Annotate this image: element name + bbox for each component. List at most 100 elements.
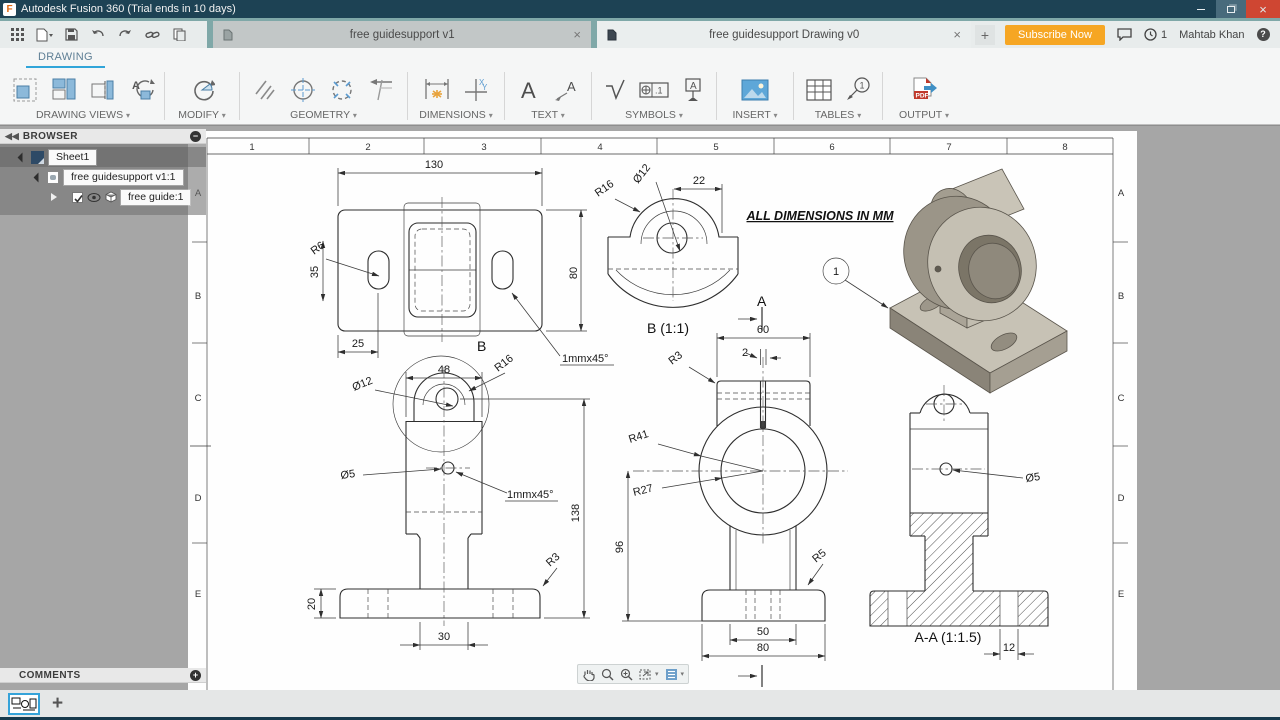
center-mark-icon[interactable] xyxy=(290,77,316,103)
display-settings-icon[interactable]: ▾ xyxy=(665,668,685,681)
dim-22[interactable]: 22 xyxy=(693,175,705,187)
dim-60[interactable]: 60 xyxy=(757,324,769,336)
notification-clock-icon[interactable]: 1 xyxy=(1144,28,1167,41)
section-marker-a-top[interactable]: A xyxy=(757,293,767,309)
undo-icon[interactable] xyxy=(86,24,110,46)
new-tab-button[interactable]: + xyxy=(975,25,995,45)
minimize-button[interactable] xyxy=(1186,0,1216,18)
app-launcher-icon[interactable] xyxy=(5,24,29,46)
user-name[interactable]: Mahtab Khan xyxy=(1179,29,1244,41)
dim-2[interactable]: 2 xyxy=(742,347,748,359)
subscribe-button[interactable]: Subscribe Now xyxy=(1005,25,1105,45)
help-icon[interactable]: ? xyxy=(1257,28,1270,41)
browser-item-guidesupport[interactable]: free guidesupport v1:1 xyxy=(0,167,206,187)
group-label-symbols[interactable]: SYMBOLS ▾ xyxy=(625,109,683,122)
zone-letter: A xyxy=(1118,188,1125,199)
file-menu-icon[interactable] xyxy=(32,24,56,46)
centerline-circle-icon[interactable] xyxy=(329,77,355,103)
dim-dia5-front[interactable]: Ø5 xyxy=(340,468,356,482)
section-aa-label[interactable]: A-A (1:1.5) xyxy=(915,629,982,645)
clipboard-icon[interactable] xyxy=(167,24,191,46)
dim-80-side[interactable]: 80 xyxy=(757,642,769,654)
sketch-lines-icon[interactable] xyxy=(253,78,277,102)
detail-b-label[interactable]: B (1:1) xyxy=(647,320,689,336)
browser-item-label: free guide:1 xyxy=(121,190,190,205)
group-label-output[interactable]: OUTPUT ▾ xyxy=(899,109,949,122)
workspace-label[interactable]: DRAWING xyxy=(26,51,105,68)
collapse-panel-icon[interactable]: ◀◀ xyxy=(5,131,19,142)
zoom-icon[interactable] xyxy=(601,668,614,681)
balloon-icon[interactable]: 1 xyxy=(845,77,871,103)
tab-free-guidesupport-drawing-v0[interactable]: free guidesupport Drawing v0 × xyxy=(597,21,971,48)
surface-texture-icon[interactable] xyxy=(604,78,626,102)
text-icon[interactable]: A xyxy=(518,78,540,102)
dimensions-note[interactable]: ALL DIMENSIONS IN MM xyxy=(746,209,895,223)
browser-panel: ◀◀ BROWSER − Sheet1 free guidesupport v1… xyxy=(0,129,206,215)
tab-close-icon[interactable]: × xyxy=(567,27,581,42)
edge-extension-icon[interactable] xyxy=(368,78,394,102)
datum-identifier-icon[interactable]: A xyxy=(682,77,704,103)
group-label-geometry[interactable]: GEOMETRY ▾ xyxy=(290,109,357,122)
feature-control-frame-icon[interactable]: .1 xyxy=(639,80,669,100)
browser-item-sheet1[interactable]: Sheet1 xyxy=(0,147,206,167)
look-at-icon[interactable]: ▾ xyxy=(639,668,659,681)
maximize-button[interactable] xyxy=(1216,0,1246,18)
comments-header[interactable]: COMMENTS + xyxy=(0,668,206,683)
visibility-checkbox[interactable] xyxy=(72,192,83,203)
expand-arrow-icon[interactable] xyxy=(18,152,28,162)
dim-50[interactable]: 50 xyxy=(757,626,769,638)
table-icon[interactable] xyxy=(806,79,832,101)
dim-30[interactable]: 30 xyxy=(438,631,450,643)
dim-96[interactable]: 96 xyxy=(614,541,626,553)
pan-icon[interactable] xyxy=(582,668,595,681)
browser-header[interactable]: ◀◀ BROWSER − xyxy=(0,129,206,144)
eye-icon[interactable] xyxy=(87,193,101,202)
zone-letter: D xyxy=(1118,493,1125,504)
share-link-icon[interactable] xyxy=(140,24,164,46)
dim-48[interactable]: 48 xyxy=(438,364,450,376)
dim-130[interactable]: 130 xyxy=(425,159,443,171)
group-label-modify[interactable]: MODIFY ▾ xyxy=(178,109,226,122)
output-pdf-icon[interactable]: PDF xyxy=(910,77,938,103)
browser-item-free-guide[interactable]: free guide:1 xyxy=(0,187,206,207)
group-label-drawing-views[interactable]: DRAWING VIEWS ▾ xyxy=(36,109,130,122)
dim-chamfer-top[interactable]: 1mmx45° xyxy=(562,353,609,365)
base-view-icon[interactable] xyxy=(12,77,38,103)
detail-marker-b[interactable]: B xyxy=(477,338,486,354)
group-label-dimensions[interactable]: DIMENSIONS ▾ xyxy=(419,109,492,122)
document-thumbnail[interactable] xyxy=(8,693,40,715)
group-label-tables[interactable]: TABLES ▾ xyxy=(815,109,861,122)
rotate-icon[interactable] xyxy=(189,77,215,103)
dim-80[interactable]: 80 xyxy=(568,267,580,279)
drawing-canvas[interactable]: 1 2 3 4 5 6 7 8 A B C D E A B C D E xyxy=(0,125,1280,690)
panel-minus-icon[interactable]: − xyxy=(190,131,201,142)
expand-arrow-icon[interactable] xyxy=(34,172,44,182)
detail-view-icon[interactable]: A xyxy=(129,77,155,103)
save-icon[interactable] xyxy=(59,24,83,46)
group-label-text[interactable]: TEXT ▾ xyxy=(531,109,565,122)
dim-25[interactable]: 25 xyxy=(352,338,364,350)
dim-dia5-section[interactable]: Ø5 xyxy=(1025,471,1041,485)
new-document-button[interactable]: + xyxy=(52,694,63,714)
leader-text-icon[interactable]: A xyxy=(553,79,579,101)
dim-35[interactable]: 35 xyxy=(309,266,321,278)
zoom-window-icon[interactable] xyxy=(620,668,633,681)
section-view-icon[interactable] xyxy=(90,77,116,103)
insert-image-icon[interactable] xyxy=(741,78,769,102)
dim-20[interactable]: 20 xyxy=(306,598,318,610)
zone-letter: C xyxy=(1118,393,1125,404)
dim-138[interactable]: 138 xyxy=(570,504,582,522)
collapsed-arrow-icon[interactable] xyxy=(51,193,63,201)
comment-bubble-icon[interactable] xyxy=(1117,28,1132,41)
projected-view-icon[interactable] xyxy=(51,77,77,103)
dim-12[interactable]: 12 xyxy=(1003,642,1015,654)
dim-chamfer-front[interactable]: 1mmx45° xyxy=(507,489,554,501)
tab-close-icon[interactable]: × xyxy=(947,27,961,42)
group-label-insert[interactable]: INSERT ▾ xyxy=(732,109,777,122)
redo-icon[interactable] xyxy=(113,24,137,46)
tab-free-guidesupport-v1[interactable]: free guidesupport v1 × xyxy=(213,21,591,48)
dimension-icon[interactable] xyxy=(424,77,450,103)
close-button[interactable]: × xyxy=(1246,0,1280,18)
ordinate-dimension-icon[interactable]: XY xyxy=(463,77,489,103)
panel-plus-icon[interactable]: + xyxy=(190,670,201,681)
